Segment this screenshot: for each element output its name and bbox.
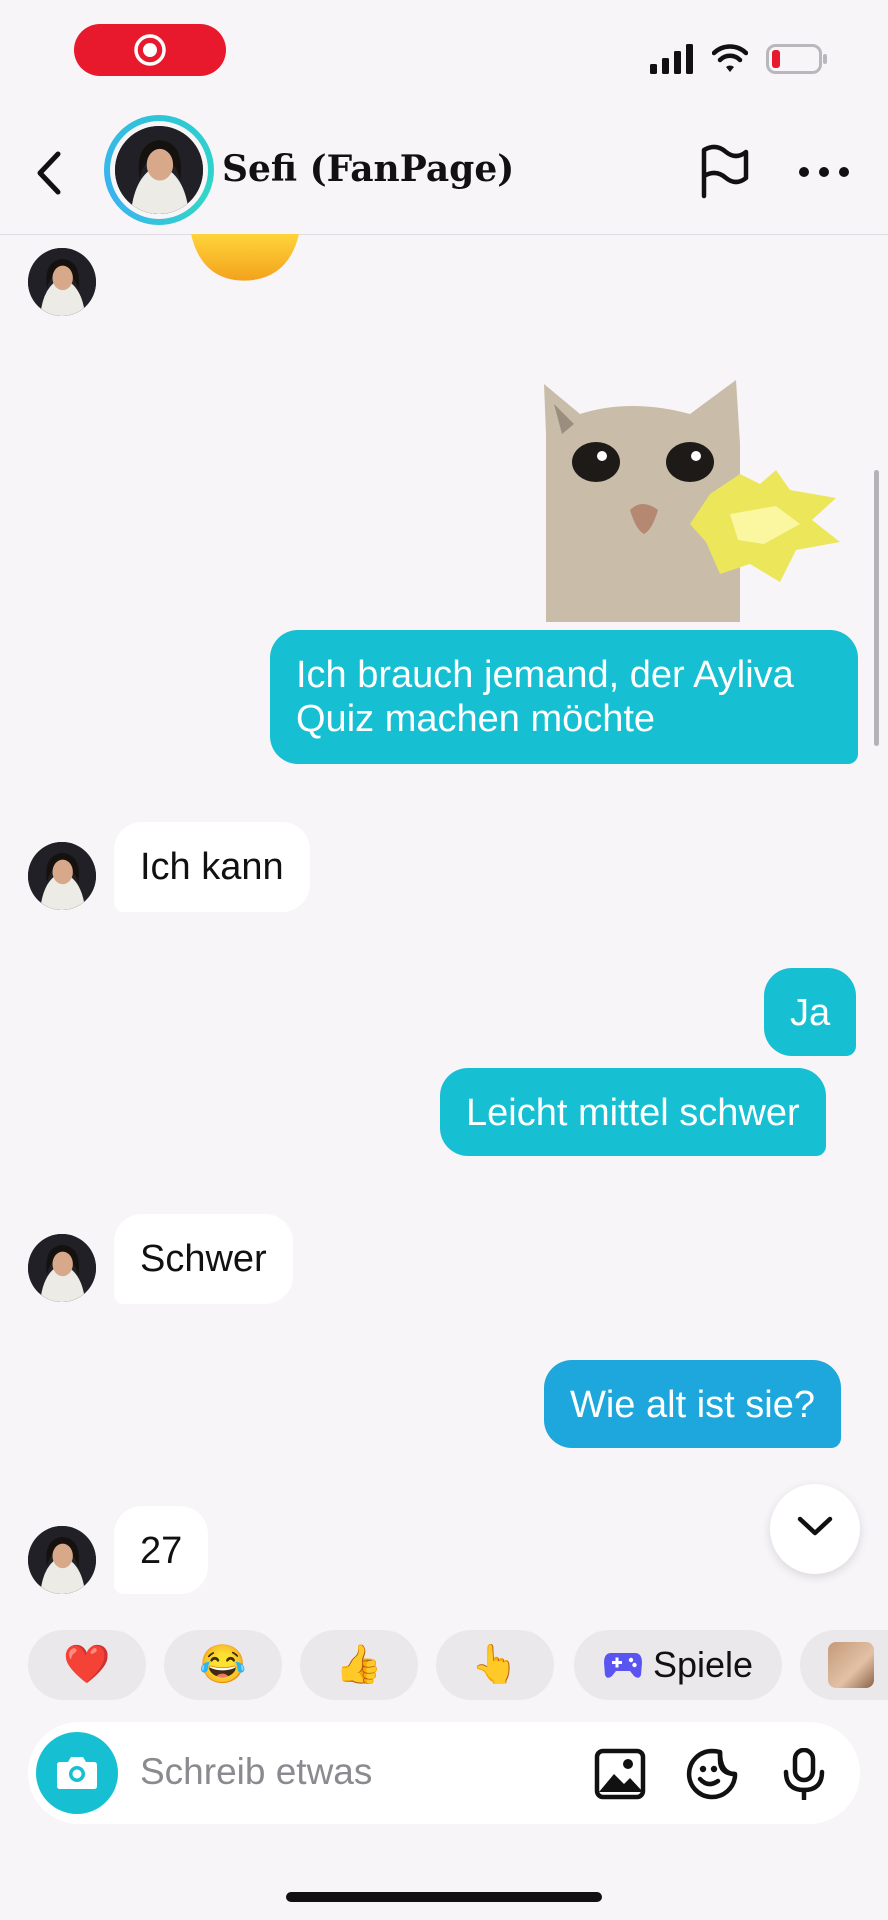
sender-avatar[interactable] [28,1234,96,1302]
cellular-signal-icon [650,44,693,74]
screen-recording-indicator[interactable] [74,24,226,76]
photo-thumbnail [828,1642,874,1688]
message-input[interactable]: Schreib etwas [140,1751,372,1793]
sticker-smile-icon[interactable] [686,1748,738,1800]
sender-avatar[interactable] [28,842,96,910]
tears-of-joy-icon: 😂 [199,1644,247,1686]
wifi-icon [712,44,748,72]
quick-reply-thumbs-up[interactable]: 👍 [300,1630,418,1700]
message-outgoing[interactable]: Ja [764,968,857,1056]
message-incoming[interactable]: Schwer [114,1214,293,1304]
report-flag-icon[interactable] [696,144,752,200]
chat-title: Sefi (FanPage) [222,148,515,190]
home-indicator[interactable] [286,1892,602,1902]
microphone-icon[interactable] [778,1748,830,1800]
thumbs-up-icon: 👍 [335,1644,383,1686]
back-arrow-icon[interactable] [30,150,70,196]
quick-reply-heart[interactable]: ❤️ [28,1630,146,1700]
camera-icon [57,1757,97,1789]
contact-avatar[interactable] [104,115,214,225]
message-incoming[interactable]: Ich kann [114,822,310,912]
quick-reply-point-up[interactable]: 👆 [436,1630,554,1700]
quick-reply-photo[interactable] [800,1630,888,1700]
message-outgoing[interactable]: Ich brauch jemand, der Ayliva Quiz mache… [270,630,858,764]
chat-header: Sefi (FanPage) [0,110,888,235]
scroll-to-bottom-button[interactable] [770,1484,860,1574]
chevron-down-icon [797,1516,833,1536]
cat-sticker[interactable] [540,374,860,622]
sender-avatar[interactable] [28,1526,96,1594]
message-outgoing[interactable]: Leicht mittel schwer [440,1068,826,1156]
gamepad-icon [603,1653,642,1678]
games-button[interactable]: Spiele [574,1630,782,1700]
record-icon [134,34,166,66]
pointing-up-icon: 👆 [471,1644,519,1686]
heart-icon: ❤️ [63,1644,111,1686]
message-composer: Schreib etwas [28,1722,860,1824]
battery-low-icon [766,44,827,74]
more-options-icon[interactable] [796,162,852,182]
emoji-sticker-partial [191,234,299,281]
image-gallery-icon[interactable] [594,1748,646,1800]
scrollbar[interactable] [874,470,879,746]
message-outgoing[interactable]: Wie alt ist sie? [544,1360,841,1448]
camera-button[interactable] [36,1732,118,1814]
message-incoming[interactable]: 27 [114,1506,209,1594]
games-label: Spiele [652,1644,754,1685]
sender-avatar[interactable] [28,248,96,316]
quick-reply-laugh[interactable]: 😂 [164,1630,282,1700]
